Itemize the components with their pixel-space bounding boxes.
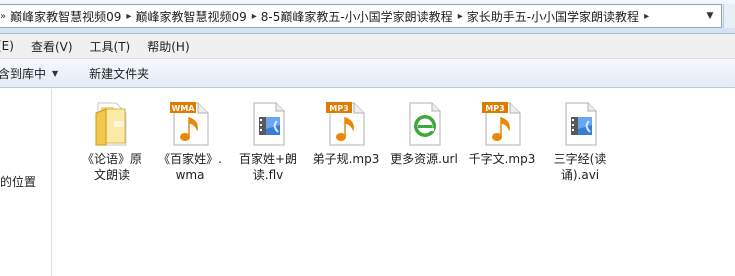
menu-edit[interactable]: (E): [0, 39, 14, 53]
file-name: 《百家姓》.wma: [158, 152, 222, 182]
include-in-library-button[interactable]: 含到库中 ▼: [0, 65, 58, 82]
file-name: 千字文.mp3: [468, 152, 536, 166]
include-in-library-label: 含到库中: [0, 66, 47, 81]
video-file-icon: [244, 97, 292, 149]
file-name: 弟子规.mp3: [312, 152, 380, 166]
audio-file-icon: MP3: [322, 97, 370, 149]
internet-shortcut-icon: [400, 97, 448, 149]
file-name: 百家姓+朗读.flv: [238, 152, 298, 182]
folder-icon: [88, 97, 136, 149]
file-name: 更多资源.url: [390, 152, 458, 166]
file-item[interactable]: MP3 弟子规.mp3: [307, 97, 385, 183]
breadcrumb-item[interactable]: 巅峰家教智慧视频09: [10, 8, 123, 25]
breadcrumb-item[interactable]: 8-5巅峰家教五-小小国学家朗读教程: [261, 8, 455, 25]
file-name: 《论语》原文朗读: [81, 152, 142, 182]
address-bar-end: [723, 4, 735, 28]
file-item[interactable]: 三字经(读诵).avi: [541, 97, 619, 183]
navigation-pane[interactable]: 的位置: [0, 89, 52, 276]
chevron-down-icon: ▼: [52, 68, 59, 78]
audio-file-icon: MP3: [478, 97, 526, 149]
file-item[interactable]: WMA 《百家姓》.wma: [151, 97, 229, 183]
file-item[interactable]: 百家姓+朗读.flv: [229, 97, 307, 183]
file-list-pane[interactable]: 《论语》原文朗读 WMA 《百家姓》.wma 百家姓+朗读.flv MP3 弟子…: [53, 89, 735, 276]
video-file-icon: [556, 97, 604, 149]
breadcrumb-item[interactable]: 家长助手五-小小国学家朗读教程: [467, 8, 641, 25]
breadcrumb-separator-icon[interactable]: ▸: [249, 11, 261, 22]
breadcrumb-item[interactable]: 巅峰家教智慧视频09: [135, 8, 248, 25]
file-grid: 《论语》原文朗读 WMA 《百家姓》.wma 百家姓+朗读.flv MP3 弟子…: [73, 97, 619, 183]
wma-badge-icon: WMA: [172, 104, 196, 113]
file-item[interactable]: MP3 千字文.mp3: [463, 97, 541, 183]
breadcrumb[interactable]: » 巅峰家教智慧视频09 ▸ 巅峰家教智慧视频09 ▸ 8-5巅峰家教五-小小国…: [0, 4, 722, 28]
file-item[interactable]: 《论语》原文朗读: [73, 97, 151, 183]
menu-tools[interactable]: 工具(T): [90, 38, 131, 55]
breadcrumb-separator-icon[interactable]: ▸: [641, 11, 653, 22]
menu-help[interactable]: 帮助(H): [147, 38, 189, 55]
file-name: 三字经(读诵).avi: [553, 152, 607, 182]
new-folder-button[interactable]: 新建文件夹: [89, 65, 149, 82]
mp3-badge-icon: MP3: [329, 104, 348, 113]
address-bar: » 巅峰家教智慧视频09 ▸ 巅峰家教智慧视频09 ▸ 8-5巅峰家教五-小小国…: [0, 0, 735, 34]
breadcrumb-separator-icon[interactable]: ▸: [123, 11, 135, 22]
command-toolbar: 含到库中 ▼ 新建文件夹: [0, 59, 735, 88]
file-item[interactable]: 更多资源.url: [385, 97, 463, 183]
menu-bar: (E) 查看(V) 工具(T) 帮助(H): [0, 34, 735, 59]
breadcrumb-overflow-icon[interactable]: »: [0, 11, 10, 22]
audio-file-icon: WMA: [166, 97, 214, 149]
breadcrumb-separator-icon[interactable]: ▸: [455, 11, 467, 22]
address-dropdown-icon[interactable]: ▼: [699, 5, 721, 27]
nav-item-locations[interactable]: 的位置: [0, 173, 36, 190]
menu-view[interactable]: 查看(V): [31, 38, 73, 55]
mp3-badge-icon: MP3: [485, 104, 504, 113]
